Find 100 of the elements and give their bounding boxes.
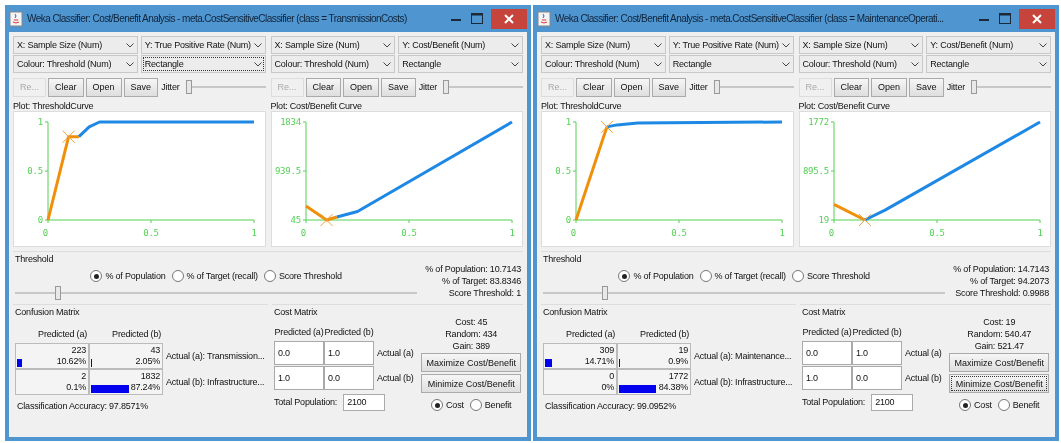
- radio-button[interactable]: [431, 399, 444, 411]
- mode-option[interactable]: Benefit: [997, 399, 1040, 411]
- close-icon[interactable]: [1019, 8, 1055, 29]
- radio-button[interactable]: [171, 270, 184, 282]
- chevron-down-icon: [911, 61, 920, 67]
- dropdown[interactable]: Colour: Threshold (Num): [13, 55, 138, 73]
- threshold-option[interactable]: Score Threshold: [791, 270, 870, 282]
- dropdown[interactable]: X: Sample Size (Num): [13, 36, 138, 54]
- axis-tick-label: 0: [42, 228, 48, 238]
- cost-input[interactable]: 0.0: [852, 365, 902, 390]
- dropdown[interactable]: Y: True Positive Rate (Num): [668, 36, 794, 54]
- radio-button[interactable]: [997, 399, 1010, 411]
- plot-button[interactable]: Open: [85, 77, 122, 97]
- radio-button[interactable]: [791, 270, 804, 282]
- optimize-button[interactable]: Minimize Cost/Benefit: [421, 374, 521, 393]
- radio-button[interactable]: [618, 270, 631, 282]
- dropdown[interactable]: Y: Cost/Benefit (Num): [398, 36, 523, 54]
- dropdown[interactable]: Rectangle: [668, 55, 794, 73]
- threshold-option[interactable]: % of Population: [90, 270, 166, 282]
- slider-thumb[interactable]: [54, 286, 61, 300]
- axis-tick-label: 19: [818, 215, 829, 225]
- mode-option[interactable]: Cost: [959, 399, 992, 411]
- plot-button[interactable]: Clear: [576, 77, 612, 97]
- close-icon[interactable]: [491, 8, 527, 29]
- dropdown[interactable]: Colour: Threshold (Num): [270, 55, 396, 73]
- column-header: Predicted (b): [324, 326, 374, 340]
- optimize-button[interactable]: Maximize Cost/Benefit: [421, 353, 521, 372]
- app-icon: [537, 10, 551, 27]
- slider-thumb[interactable]: [971, 80, 977, 94]
- slider-thumb[interactable]: [713, 80, 720, 94]
- plot-button[interactable]: Open: [871, 77, 908, 97]
- slider-thumb[interactable]: [602, 286, 609, 300]
- threshold-option[interactable]: % of Target (recall): [699, 270, 786, 282]
- row-label: Actual (a): Maintenance...: [693, 351, 793, 361]
- chevron-down-icon: [1039, 42, 1047, 48]
- cost-input[interactable]: 1.0: [852, 341, 902, 366]
- dropdown[interactable]: Y: Cost/Benefit (Num): [926, 36, 1051, 54]
- maximize-icon[interactable]: [471, 13, 483, 24]
- mode-option[interactable]: Benefit: [469, 399, 512, 411]
- axis-tick-label: 1772: [807, 117, 829, 127]
- axis-tick-label: 0.5: [555, 166, 571, 176]
- maximize-icon[interactable]: [999, 13, 1011, 24]
- dropdown[interactable]: Y: True Positive Rate (Num): [140, 36, 266, 54]
- chevron-down-icon: [511, 61, 519, 67]
- threshold-option[interactable]: Score Threshold: [263, 270, 342, 282]
- cell-count: 1832: [140, 371, 160, 382]
- cost-input[interactable]: 0.0: [274, 341, 324, 366]
- plot-button[interactable]: Clear: [305, 77, 342, 97]
- optimize-button[interactable]: Minimize Cost/Benefit: [949, 374, 1049, 393]
- dropdown[interactable]: Colour: Threshold (Num): [798, 55, 924, 73]
- plot-button[interactable]: Save: [123, 77, 159, 97]
- axis-tick-label: 0.5: [400, 228, 417, 238]
- total-input[interactable]: 2100: [343, 393, 386, 411]
- radio-button[interactable]: [263, 270, 276, 282]
- total-label: Total Population:: [274, 397, 338, 408]
- dropdown[interactable]: X: Sample Size (Num): [541, 36, 666, 54]
- threshold-stat: % of Target: 94.2073: [970, 276, 1049, 286]
- dropdown[interactable]: Rectangle: [398, 55, 523, 73]
- cost-input[interactable]: 1.0: [802, 365, 852, 390]
- plot-button[interactable]: Save: [909, 77, 944, 97]
- axis-tick-label: 0: [300, 228, 306, 238]
- radio-button[interactable]: [469, 399, 482, 411]
- dropdown[interactable]: Rectangle: [140, 55, 266, 73]
- slider-thumb[interactable]: [443, 80, 449, 94]
- total-input[interactable]: 2100: [871, 393, 914, 411]
- window-title: Weka Classifier: Cost/Benefit Analysis - meta.CostSensitiveClassifier (class = MaintenanceOperati...: [555, 13, 945, 24]
- dropdown[interactable]: X: Sample Size (Num): [798, 36, 924, 54]
- radio-button[interactable]: [90, 270, 103, 282]
- slider-thumb[interactable]: [185, 80, 192, 94]
- plot-button[interactable]: Clear: [833, 77, 870, 97]
- axis-tick-label: 0.5: [143, 228, 159, 238]
- threshold-option[interactable]: % of Population: [618, 270, 694, 282]
- plot-button[interactable]: Open: [613, 77, 650, 97]
- plot-button[interactable]: Save: [651, 77, 687, 97]
- dropdown[interactable]: X: Sample Size (Num): [270, 36, 396, 54]
- plot-button[interactable]: Open: [343, 77, 380, 97]
- cost-input[interactable]: 1.0: [274, 365, 324, 390]
- optimize-button[interactable]: Maximize Cost/Benefit: [949, 353, 1049, 372]
- plot-button[interactable]: Save: [381, 77, 416, 97]
- plot-button[interactable]: Clear: [48, 77, 84, 97]
- jitter-label: Jitter: [689, 82, 708, 92]
- mode-option[interactable]: Cost: [431, 399, 464, 411]
- row-label: Actual (b): Infrastructure...: [693, 377, 794, 387]
- threshold-stat: % of Target: 83.8346: [442, 276, 521, 286]
- threshold-option[interactable]: % of Target (recall): [171, 270, 258, 282]
- radio-button[interactable]: [699, 270, 712, 282]
- cell-percent: 0.9%: [668, 356, 688, 367]
- threshold-marker: [600, 120, 614, 134]
- dropdown[interactable]: Rectangle: [926, 55, 1051, 73]
- threshold-stat: Score Threshold: 1: [448, 288, 521, 298]
- axis-tick-label: 1834: [279, 117, 301, 127]
- row-label: Actual (a): [376, 348, 414, 359]
- cost-input[interactable]: 0.0: [802, 341, 852, 366]
- dropdown[interactable]: Colour: Threshold (Num): [541, 55, 666, 73]
- plot-title: Plot: ThresholdCurve: [541, 101, 623, 111]
- radio-button[interactable]: [959, 399, 972, 411]
- cost-input[interactable]: 0.0: [324, 365, 374, 390]
- axis-tick-label: 1: [1036, 228, 1043, 238]
- row-label: Actual (b): Infrastructure...: [165, 377, 266, 387]
- cost-input[interactable]: 1.0: [324, 341, 374, 366]
